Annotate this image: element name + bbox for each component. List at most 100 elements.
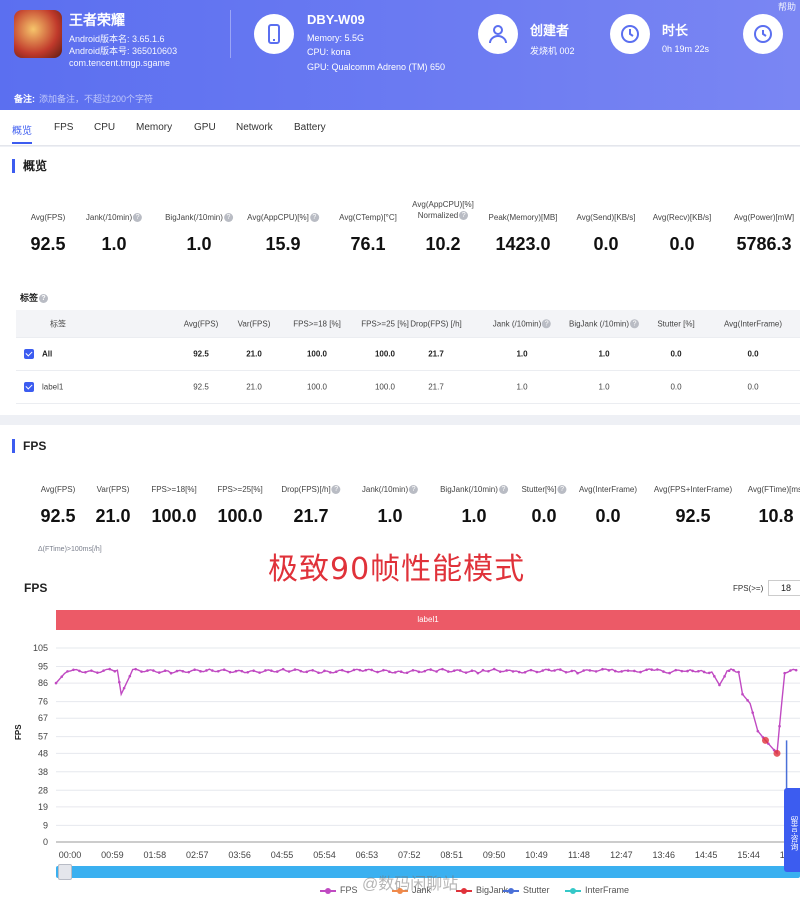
fps-data-point — [680, 669, 684, 673]
help-icon[interactable]: ? — [498, 485, 508, 495]
tab-fps[interactable]: FPS — [54, 122, 73, 133]
legend-item-interframe[interactable]: InterFrame — [565, 885, 629, 895]
table-cell: 21.0 — [246, 382, 262, 392]
history-icon — [743, 14, 783, 54]
fps-data-point — [517, 670, 521, 674]
tab-gpu[interactable]: GPU — [194, 122, 216, 133]
help-icon[interactable]: ? — [309, 213, 319, 223]
fps-data-point — [435, 670, 438, 673]
legend-label: FPS — [340, 885, 358, 895]
fps-data-point — [481, 668, 485, 672]
fps-data-point — [650, 668, 654, 671]
tab-memory[interactable]: Memory — [136, 122, 172, 133]
tab-network[interactable]: Network — [236, 122, 273, 133]
fps-data-point — [346, 670, 350, 674]
row-checkbox[interactable] — [24, 382, 34, 392]
help-link[interactable]: 帮助 — [778, 0, 796, 13]
metric-label: Avg(Send)[KB/s] — [576, 213, 636, 222]
fps-data-point — [193, 668, 196, 671]
fps-data-point — [645, 668, 648, 672]
tab-cpu[interactable]: CPU — [94, 122, 115, 133]
legend-item-stutter[interactable]: Stutter — [503, 885, 550, 895]
fps-data-point — [570, 669, 574, 673]
metric-label: FPS>=18[%] — [151, 485, 197, 494]
fps-data-point — [707, 671, 711, 675]
metric-label: Avg(FPS) — [40, 485, 76, 494]
help-icon[interactable]: ? — [542, 319, 552, 329]
feedback-button[interactable]: 留言·咨询 — [784, 788, 800, 872]
x-tick-label: 14:45 — [695, 850, 718, 860]
metric-value: 1.0 — [461, 506, 487, 526]
help-icon[interactable]: ? — [630, 319, 640, 329]
note-row[interactable]: 备注: 添加备注，不超过200个字符 — [14, 92, 153, 105]
label-range-bar[interactable]: label1 — [56, 610, 800, 630]
fps-data-point — [370, 668, 373, 672]
fps-data-point — [582, 669, 586, 672]
fps-data-point — [732, 668, 735, 672]
fps-data-point — [723, 675, 726, 678]
y-tick-label: 38 — [38, 767, 48, 777]
fps-data-point — [713, 675, 716, 678]
help-icon[interactable]: ? — [557, 485, 567, 495]
fps-data-point — [66, 670, 69, 673]
fps-data-point — [417, 670, 421, 674]
help-icon[interactable]: ? — [331, 485, 341, 495]
metric-value: 92.5 — [675, 506, 711, 526]
column-header: FPS>=25 [%] — [361, 319, 409, 328]
legend-swatch — [320, 887, 336, 894]
help-icon[interactable]: ? — [133, 213, 143, 223]
x-tick-label: 03:56 — [228, 850, 251, 860]
metric-value: 21.0 — [95, 506, 131, 526]
row-checkbox[interactable] — [24, 349, 34, 359]
fps-filter-input[interactable]: 18 — [768, 580, 800, 596]
table-cell: label1 — [42, 382, 64, 392]
tab-overview[interactable]: 概览 — [12, 122, 32, 144]
fps-data-point — [352, 668, 356, 672]
scrollbar-handle[interactable] — [58, 864, 72, 880]
fps-data-point — [146, 669, 149, 672]
metric-value: 10.2 — [425, 234, 461, 254]
table-cell: 1.0 — [516, 349, 528, 359]
fps-data-point — [756, 729, 760, 733]
fps-data-point — [323, 669, 326, 673]
column-header: Avg(InterFrame) — [723, 319, 783, 328]
help-icon[interactable]: ? — [223, 213, 233, 223]
x-tick-label: 02:57 — [186, 850, 209, 860]
tab-battery[interactable]: Battery — [294, 122, 326, 133]
metric-value: 5786.3 — [736, 234, 792, 254]
help-icon[interactable]: ? — [459, 211, 469, 221]
table-header-row: 标签 Avg(FPS) Var(FPS) FPS>=18 [%] FPS>=25 [%]… — [16, 310, 800, 338]
x-tick-label: 06:53 — [356, 850, 379, 860]
watermark: @数码闲聊站 — [362, 876, 459, 893]
column-header: Avg(FPS) — [183, 319, 219, 328]
help-icon[interactable]: ? — [409, 485, 419, 495]
column-header: BigJank (/10min)? — [569, 319, 640, 329]
table-cell: 0.0 — [670, 349, 682, 359]
fps-data-point — [181, 669, 185, 673]
fps-data-point — [234, 669, 238, 673]
bigjank-marker — [761, 736, 769, 744]
legend-item-bigjank[interactable]: BigJank — [456, 885, 508, 895]
fps-data-point — [216, 669, 220, 673]
table-row[interactable]: label1 92.5 21.0 100.0 100.0 21.7 1.0 1.0 0.0 0.0 — [16, 371, 800, 404]
fps-data-point — [305, 670, 309, 674]
legend-swatch — [565, 887, 581, 894]
fps-data-point — [140, 670, 143, 673]
x-tick-label: 13:46 — [652, 850, 675, 860]
table-cell: 1.0 — [598, 349, 610, 359]
table-cell: 21.0 — [246, 349, 262, 359]
fps-data-point — [529, 668, 533, 672]
fps-data-point — [187, 670, 191, 674]
legend-item-fps[interactable]: FPS — [320, 885, 358, 895]
metric-value: 0.0 — [595, 506, 621, 526]
fps-data-point — [541, 669, 545, 672]
duration-title: 时长 — [662, 23, 689, 38]
table-cell: 0.0 — [670, 382, 682, 392]
metric-value: 21.7 — [293, 506, 329, 526]
note-placeholder[interactable]: 添加备注，不超过200个字符 — [39, 94, 153, 104]
table-cell: 100.0 — [374, 382, 396, 392]
fps-data-point — [547, 668, 550, 672]
table-row[interactable]: All 92.5 21.0 100.0 100.0 21.7 1.0 1.0 0.0 0.0 — [16, 338, 800, 371]
table-cell: 21.7 — [428, 382, 444, 392]
fps-data-point — [498, 670, 502, 673]
